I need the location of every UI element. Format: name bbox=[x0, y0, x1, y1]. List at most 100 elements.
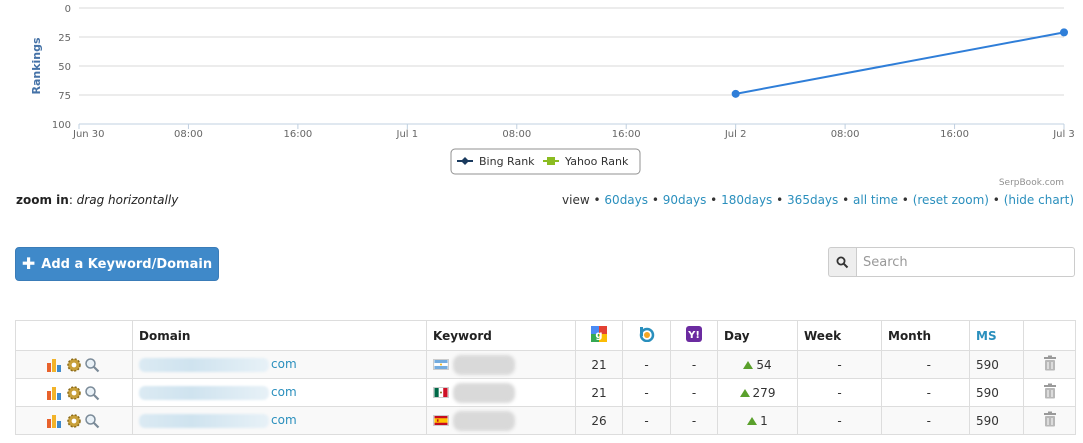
add-keyword-domain-button[interactable]: ✚ Add a Keyword/Domain bbox=[15, 247, 219, 281]
delete-cell bbox=[1023, 350, 1076, 379]
ms-value: 590 bbox=[969, 378, 1024, 407]
trash-icon[interactable] bbox=[1043, 411, 1057, 427]
day-change-value: 279 bbox=[752, 385, 776, 400]
x-axis-ticks: Jun 30 08:00 16:00 Jul 1 08:00 16:00 Jul 2 08:0… bbox=[72, 124, 1075, 140]
view-all-time-link[interactable]: all time bbox=[853, 193, 898, 207]
day-header[interactable]: Day bbox=[717, 320, 798, 351]
month-header[interactable]: Month bbox=[881, 320, 970, 351]
bing-rank: - bbox=[622, 406, 671, 435]
view-label: view bbox=[562, 193, 590, 207]
chart-legend: Bing Rank Yahoo Rank bbox=[450, 148, 641, 175]
chart-series bbox=[731, 28, 1068, 98]
row-actions bbox=[15, 378, 133, 407]
view-range-links: view • 60days • 90days • 180days • 365da… bbox=[562, 193, 1074, 207]
magnifier-icon[interactable] bbox=[84, 413, 100, 429]
yahoo-rank: - bbox=[670, 378, 718, 407]
x-tick-label: 08:00 bbox=[831, 129, 860, 140]
svg-text:Y!: Y! bbox=[687, 330, 700, 341]
x-tick-label: 16:00 bbox=[283, 129, 312, 140]
x-tick-label: Jul 3 bbox=[1052, 129, 1075, 140]
y-axis-label: Rankings bbox=[30, 37, 43, 95]
rankings-chart[interactable]: 0 25 50 75 100 Jun 30 08:00 16:00 Jul 1 08:00 16:… bbox=[0, 0, 1083, 190]
ms-value: 590 bbox=[969, 406, 1024, 435]
chart-bars-icon[interactable] bbox=[46, 357, 64, 373]
domain-cell[interactable]: com bbox=[132, 406, 427, 435]
view-60days-link[interactable]: 60days bbox=[604, 193, 648, 207]
chart-bars-icon[interactable] bbox=[46, 413, 64, 429]
chart-credit[interactable]: SerpBook.com bbox=[999, 178, 1064, 188]
zoom-label: zoom in bbox=[16, 193, 69, 207]
domain-tld[interactable]: com bbox=[271, 385, 297, 399]
keyword-cell bbox=[426, 378, 576, 407]
square-icon bbox=[547, 157, 555, 165]
month-change: - bbox=[881, 406, 970, 435]
chart-bars-icon[interactable] bbox=[46, 385, 64, 401]
domain-cell[interactable]: com bbox=[132, 350, 427, 379]
month-change: - bbox=[881, 350, 970, 379]
week-change: - bbox=[797, 350, 882, 379]
gear-icon[interactable] bbox=[66, 357, 82, 373]
arrow-up-icon bbox=[747, 416, 758, 425]
search-input[interactable] bbox=[856, 247, 1075, 277]
trash-icon[interactable] bbox=[1043, 383, 1057, 399]
google-header[interactable]: g bbox=[575, 320, 623, 351]
redacted-domain bbox=[139, 413, 269, 428]
yahoo-header[interactable]: Y! bbox=[670, 320, 718, 351]
domain-tld[interactable]: com bbox=[271, 413, 297, 427]
data-point[interactable] bbox=[731, 89, 740, 98]
view-90days-link[interactable]: 90days bbox=[663, 193, 707, 207]
view-180days-link[interactable]: 180days bbox=[721, 193, 772, 207]
ms-header[interactable]: MS bbox=[969, 320, 1024, 351]
magnifier-icon[interactable] bbox=[84, 385, 100, 401]
keywords-table: Domain Keyword g Y! Day Week Month MS co… bbox=[15, 320, 1076, 435]
domain-header[interactable]: Domain bbox=[132, 320, 427, 351]
bing-header[interactable] bbox=[622, 320, 671, 351]
row-actions bbox=[15, 350, 133, 379]
day-change-value: 1 bbox=[760, 413, 768, 428]
magnifier-icon[interactable] bbox=[84, 357, 100, 373]
redacted-domain bbox=[139, 357, 269, 372]
day-change: 1 bbox=[717, 406, 798, 435]
data-point[interactable] bbox=[1060, 28, 1068, 37]
google-rank: 26 bbox=[575, 406, 623, 435]
svg-text:g: g bbox=[595, 330, 602, 341]
redacted-keyword bbox=[453, 354, 515, 375]
redacted-keyword bbox=[453, 382, 515, 403]
domain-cell[interactable]: com bbox=[132, 378, 427, 407]
plus-icon: ✚ bbox=[21, 254, 36, 273]
x-tick-label: 08:00 bbox=[174, 129, 203, 140]
x-tick-label: Jul 1 bbox=[396, 129, 419, 140]
series-line bbox=[735, 31, 1065, 95]
view-365days-link[interactable]: 365days bbox=[787, 193, 838, 207]
search-box bbox=[828, 247, 1075, 277]
month-change: - bbox=[881, 378, 970, 407]
x-tick-label: 16:00 bbox=[940, 129, 969, 140]
table-row: com 21 - - 279 - - 590 bbox=[15, 378, 1076, 407]
x-tick-label: 08:00 bbox=[502, 129, 531, 140]
legend-label-bing: Bing Rank bbox=[479, 155, 535, 168]
arrow-up-icon bbox=[739, 388, 750, 397]
reset-zoom-link[interactable]: (reset zoom) bbox=[913, 193, 989, 207]
keyword-cell bbox=[426, 350, 576, 379]
search-button[interactable] bbox=[828, 247, 856, 277]
table-row: com 26 - - 1 - - 590 bbox=[15, 406, 1076, 435]
yahoo-icon: Y! bbox=[686, 326, 702, 342]
chart-grid bbox=[79, 7, 1064, 125]
redacted-domain bbox=[139, 385, 269, 400]
trash-icon[interactable] bbox=[1043, 355, 1057, 371]
delete-header bbox=[1023, 320, 1076, 351]
argentina-flag-icon bbox=[433, 359, 449, 370]
yahoo-rank: - bbox=[670, 406, 718, 435]
keyword-header[interactable]: Keyword bbox=[426, 320, 576, 351]
y-axis-ticks: 0 25 50 75 100 bbox=[52, 4, 71, 131]
hide-chart-link[interactable]: (hide chart) bbox=[1004, 193, 1074, 207]
delete-cell bbox=[1023, 406, 1076, 435]
gear-icon[interactable] bbox=[66, 385, 82, 401]
gear-icon[interactable] bbox=[66, 413, 82, 429]
week-header[interactable]: Week bbox=[797, 320, 882, 351]
y-tick-label: 100 bbox=[52, 120, 71, 131]
legend-label-yahoo: Yahoo Rank bbox=[564, 155, 629, 168]
google-rank: 21 bbox=[575, 350, 623, 379]
domain-tld[interactable]: com bbox=[271, 357, 297, 371]
day-change: 54 bbox=[717, 350, 798, 379]
